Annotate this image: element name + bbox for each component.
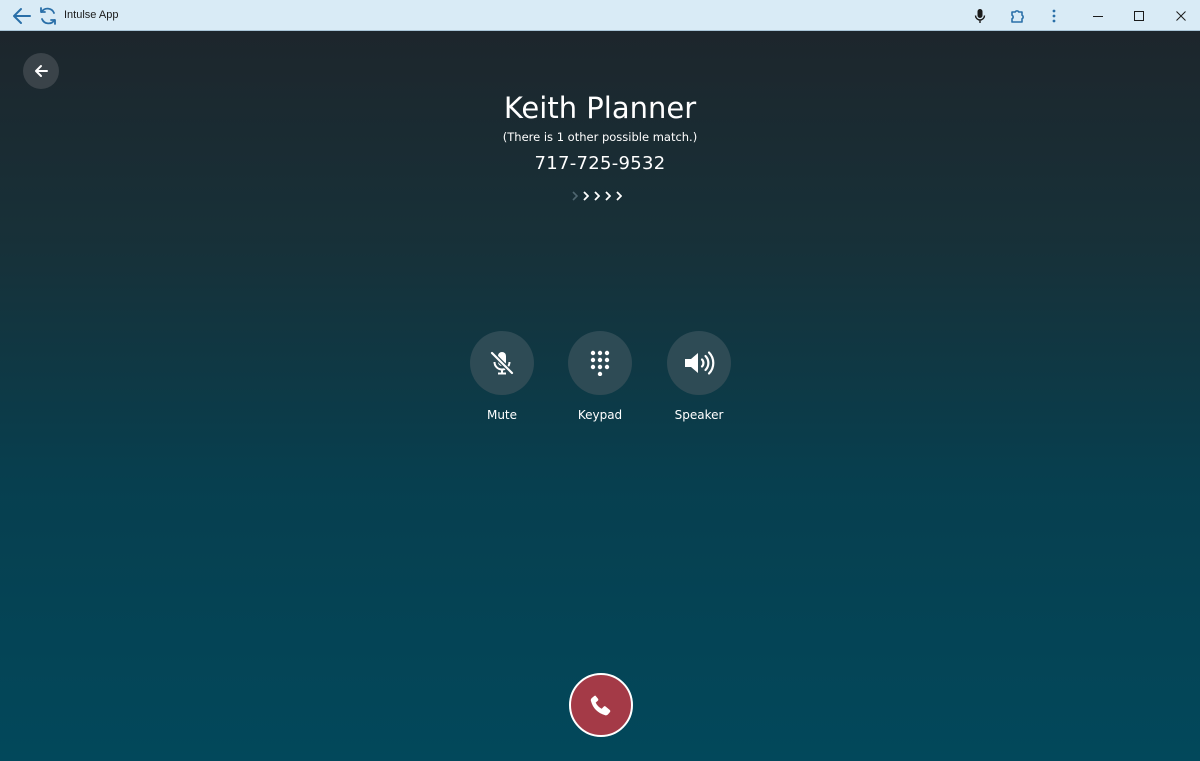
window-title: Intulse App [64, 9, 119, 21]
microphone-icon[interactable] [970, 0, 990, 31]
progress-arrow-icon [570, 189, 580, 203]
hang-up-button[interactable] [569, 673, 633, 737]
mute-action: Mute [452, 331, 552, 422]
progress-arrow-icon [592, 189, 602, 203]
caller-name: Keith Planner [503, 91, 697, 125]
minimize-icon[interactable] [1083, 0, 1113, 31]
possible-match-note: (There is 1 other possible match.) [502, 130, 698, 144]
speaker-action: Speaker [649, 331, 749, 422]
mute-button[interactable] [470, 331, 534, 395]
close-icon[interactable] [1166, 0, 1196, 31]
keypad-icon [590, 350, 610, 376]
call-progress-indicator [570, 189, 630, 203]
arrow-left-icon [35, 65, 48, 77]
keypad-button[interactable] [568, 331, 632, 395]
back-button[interactable] [23, 53, 59, 89]
progress-arrow-icon [581, 189, 591, 203]
speaker-button[interactable] [667, 331, 731, 395]
speaker-icon [685, 351, 715, 375]
back-arrow-icon[interactable] [8, 0, 36, 31]
keypad-action: Keypad [550, 331, 650, 422]
progress-arrow-icon [603, 189, 613, 203]
phone-number: 717-725-9532 [534, 153, 666, 174]
phone-icon [590, 694, 611, 716]
call-screen: Keith Planner (There is 1 other possible… [0, 31, 1200, 761]
maximize-icon[interactable] [1124, 0, 1154, 31]
more-vertical-icon[interactable] [1044, 0, 1064, 31]
speaker-label: Speaker [674, 408, 724, 422]
extension-icon[interactable] [1007, 0, 1029, 31]
refresh-icon[interactable] [36, 0, 60, 31]
mute-label: Mute [486, 408, 518, 422]
progress-arrow-icon [614, 189, 624, 203]
title-bar: Intulse App [0, 0, 1200, 31]
keypad-label: Keypad [577, 408, 623, 422]
microphone-muted-icon [489, 350, 515, 376]
